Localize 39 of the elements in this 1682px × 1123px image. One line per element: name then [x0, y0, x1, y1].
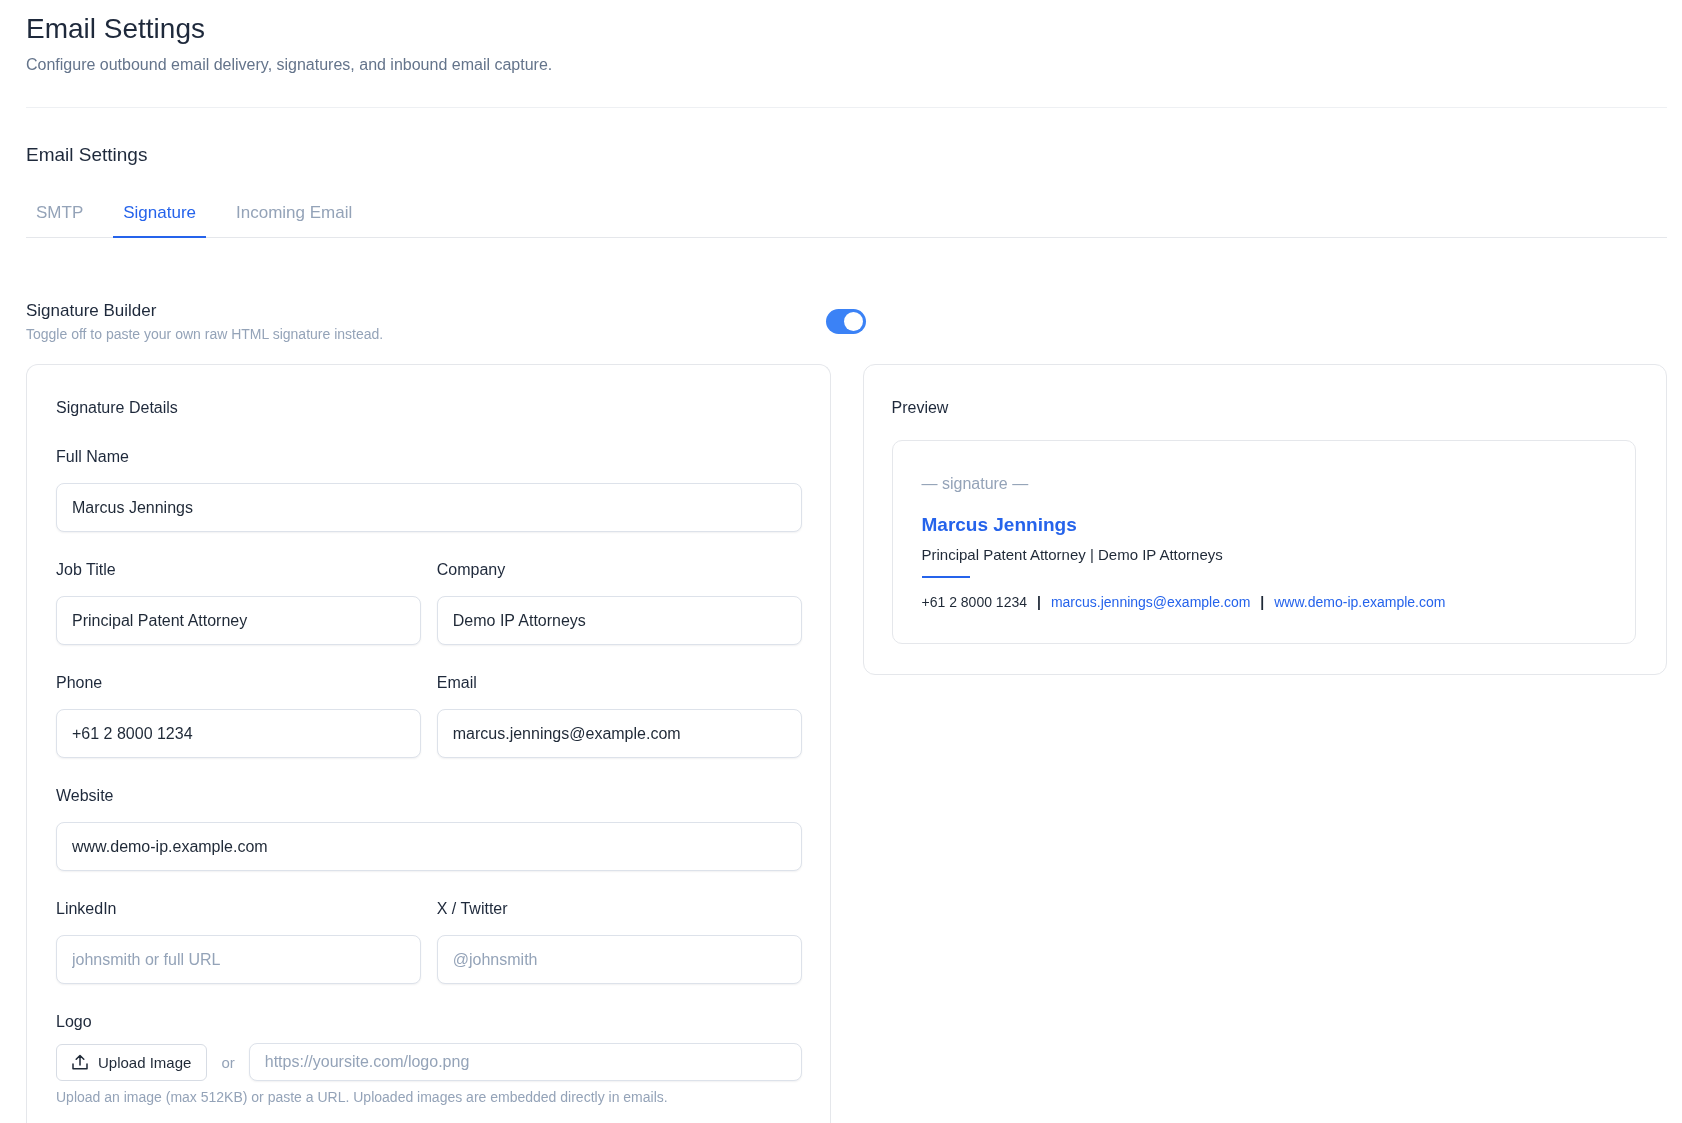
field-label: Job Title — [56, 560, 116, 580]
contact-link[interactable]: www.demo-ip.example.com — [1274, 593, 1446, 611]
input-field[interactable]: www.demo-ip.example.com — [56, 822, 802, 871]
field-label: Email — [436, 673, 477, 693]
page-subtitle: Configure outbound email delivery, signatures, and inbound email capture. — [26, 55, 553, 75]
input-field[interactable]: marcus.jennings@example.com — [436, 709, 802, 758]
signature-title: Principal Patent Attorney | Demo IP Attorneys — [921, 545, 1223, 565]
help-text: Upload an image (max 512KB) or paste a URL. Uploaded images are embedded directly in emails. — [56, 1088, 668, 1106]
separator: | — [1037, 593, 1041, 611]
toggle-switch[interactable] — [826, 309, 866, 334]
or-text: or — [221, 1053, 235, 1071]
field-label: Phone — [56, 673, 103, 693]
input-field[interactable]: +61 2 8000 1234 — [56, 709, 421, 758]
contact-text: +61 2 8000 1234 — [921, 593, 1027, 611]
page-title: Email Settings — [26, 12, 205, 46]
input-field[interactable]: johnsmith or full URL — [56, 935, 421, 984]
setting-hint: Toggle off to paste your own raw HTML signature instead. — [26, 325, 384, 343]
upload-button[interactable]: Upload Image — [56, 1043, 208, 1081]
field-label: Company — [436, 560, 506, 580]
section-title: Email Settings — [26, 143, 148, 167]
field-label: LinkedIn — [56, 899, 117, 919]
separator: | — [1260, 593, 1265, 611]
contact-link[interactable]: marcus.jennings@example.com — [1050, 593, 1251, 611]
field-label: X / Twitter — [436, 899, 508, 919]
input-field[interactable]: Marcus Jennings — [56, 483, 802, 532]
tab[interactable]: Signature — [113, 193, 206, 238]
card-title: Preview — [891, 398, 949, 418]
signature-name: Marcus Jennings — [921, 513, 1077, 537]
field-label: Logo — [56, 1012, 92, 1032]
field-label: Website — [56, 786, 114, 806]
input-field[interactable]: @johnsmith — [436, 935, 802, 984]
card-title: Signature Details — [56, 398, 178, 418]
setting-label: Signature Builder — [26, 300, 157, 322]
upload-icon — [72, 1054, 88, 1070]
field-label: Full Name — [56, 447, 129, 467]
url-field[interactable]: https://yoursite.com/logo.png — [248, 1043, 802, 1081]
input-field[interactable]: Principal Patent Attorney — [56, 596, 421, 645]
signature-marker: — signature — — [921, 474, 1029, 494]
input-field[interactable]: Demo IP Attorneys — [436, 596, 802, 645]
